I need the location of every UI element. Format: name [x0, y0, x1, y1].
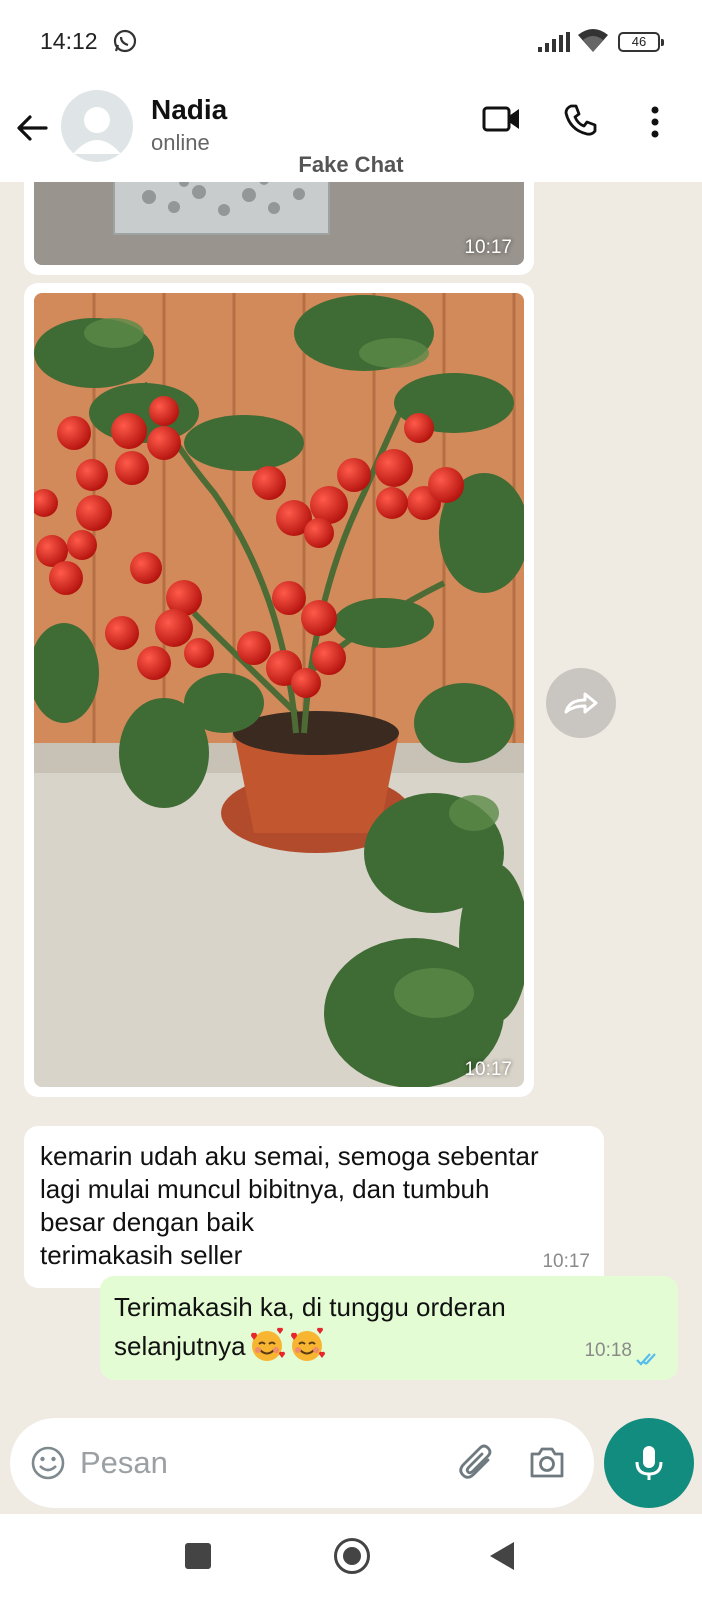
message-input[interactable]	[80, 1444, 420, 1482]
status-bar: 14:12 46	[0, 0, 702, 84]
home-icon[interactable]	[334, 1538, 370, 1574]
back-arrow-icon[interactable]	[14, 110, 50, 146]
watermark: Fake Chat	[298, 152, 404, 177]
tomato-plant-photo[interactable]: 10:17	[34, 293, 524, 1087]
incoming-message[interactable]: kemarin udah aku semai, semoga sebentar …	[24, 1126, 604, 1288]
wifi-icon	[578, 29, 608, 52]
camera-icon[interactable]	[528, 1444, 566, 1480]
chat-header: Nadia online Fake Chat	[0, 84, 702, 182]
forward-button[interactable]	[546, 668, 616, 738]
message-line: selanjutnya	[114, 1331, 246, 1361]
forward-icon	[564, 692, 598, 714]
smiling-face-with-hearts-icon	[290, 1327, 325, 1361]
signal-icon	[538, 32, 570, 52]
message-line: terimakasih seller	[40, 1240, 243, 1270]
video-call-icon[interactable]	[482, 104, 522, 134]
message-line: kemarin udah aku semai, semoga sebentar	[40, 1141, 539, 1171]
recents-icon[interactable]	[185, 1543, 211, 1569]
message-time: 10:17	[464, 237, 512, 258]
message-line: besar dengan baik	[40, 1207, 254, 1237]
message-line-with-emoji: selanjutnya	[114, 1326, 664, 1365]
system-nav-bar	[0, 1514, 702, 1600]
mic-icon	[635, 1446, 663, 1480]
system-back-icon[interactable]	[490, 1542, 514, 1570]
image-message[interactable]: 10:17	[24, 182, 534, 275]
message-time: 10:17	[464, 1059, 512, 1080]
battery-icon: 46	[618, 32, 664, 52]
emoji-icon[interactable]	[30, 1445, 66, 1481]
image-message[interactable]: 10:17	[24, 283, 534, 1097]
status-time: 14:12	[40, 28, 98, 54]
message-line: Terimakasih ka, di tunggu orderan	[114, 1292, 506, 1322]
read-ticks-icon	[636, 1353, 656, 1366]
contact-name[interactable]: Nadia	[151, 94, 227, 126]
message-line: lagi mulai muncul bibitnya, dan tumbuh	[40, 1174, 490, 1204]
voice-call-icon[interactable]	[562, 102, 598, 138]
message-time: 10:18	[584, 1340, 632, 1361]
outgoing-message[interactable]: Terimakasih ka, di tunggu orderan selanj…	[100, 1276, 678, 1380]
more-options-icon[interactable]	[650, 106, 660, 138]
whatsapp-icon	[113, 29, 137, 53]
attach-icon[interactable]	[458, 1442, 496, 1482]
seed-packet-photo[interactable]: 10:17	[34, 182, 524, 265]
chat-area[interactable]: 10:17 10:17 kemarin udah aku semai, semo…	[0, 182, 702, 1418]
message-time: 10:17	[542, 1251, 590, 1272]
voice-message-button[interactable]	[604, 1418, 694, 1508]
message-composer	[10, 1418, 594, 1508]
smiling-face-with-hearts-icon	[250, 1327, 285, 1361]
